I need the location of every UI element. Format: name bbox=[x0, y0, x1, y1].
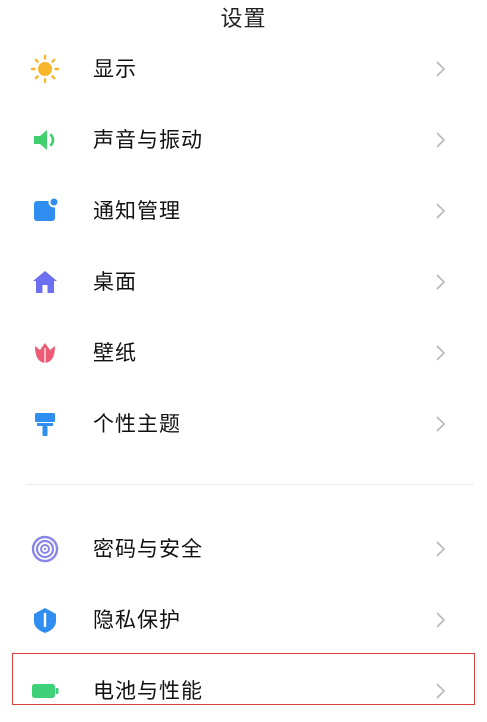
shield-icon bbox=[30, 605, 60, 635]
settings-page: 设置 显示 声音与振动 通知管理 桌面 壁纸 个性主题 密码与安全 隐私保护 电… bbox=[0, 0, 487, 722]
chevron-right-icon bbox=[434, 414, 448, 434]
fingerprint-icon bbox=[30, 534, 60, 564]
settings-item-notifications[interactable]: 通知管理 bbox=[0, 175, 487, 246]
page-title: 设置 bbox=[220, 7, 267, 32]
settings-item-label: 桌面 bbox=[93, 270, 137, 294]
settings-item-privacy[interactable]: 隐私保护 bbox=[0, 584, 487, 655]
settings-item-display[interactable]: 显示 bbox=[0, 33, 487, 104]
chevron-right-icon bbox=[434, 610, 448, 630]
settings-item-label: 隐私保护 bbox=[93, 608, 181, 632]
chevron-right-icon bbox=[434, 130, 448, 150]
settings-item-label: 密码与安全 bbox=[93, 537, 203, 561]
sun-icon bbox=[30, 54, 60, 84]
settings-item-battery-performance[interactable]: 电池与性能 bbox=[0, 655, 487, 722]
paint-roller-icon bbox=[30, 409, 60, 439]
notification-icon bbox=[30, 196, 60, 226]
settings-item-home-screen[interactable]: 桌面 bbox=[0, 246, 487, 317]
speaker-icon bbox=[30, 125, 60, 155]
settings-item-wallpaper[interactable]: 壁纸 bbox=[0, 317, 487, 388]
settings-item-label: 电池与性能 bbox=[93, 679, 203, 703]
section-divider bbox=[26, 484, 474, 485]
settings-item-label: 声音与振动 bbox=[93, 128, 203, 152]
chevron-right-icon bbox=[434, 59, 448, 79]
chevron-right-icon bbox=[434, 539, 448, 559]
battery-icon bbox=[30, 676, 60, 706]
settings-item-password-security[interactable]: 密码与安全 bbox=[0, 513, 487, 584]
settings-item-sound[interactable]: 声音与振动 bbox=[0, 104, 487, 175]
chevron-right-icon bbox=[434, 272, 448, 292]
settings-item-label: 显示 bbox=[93, 57, 137, 81]
chevron-right-icon bbox=[434, 201, 448, 221]
tulip-icon bbox=[30, 338, 60, 368]
settings-item-label: 通知管理 bbox=[93, 199, 181, 223]
chevron-right-icon bbox=[434, 681, 448, 701]
settings-item-label: 壁纸 bbox=[93, 341, 137, 365]
chevron-right-icon bbox=[434, 343, 448, 363]
settings-item-label: 个性主题 bbox=[93, 412, 181, 436]
settings-item-themes[interactable]: 个性主题 bbox=[0, 388, 487, 459]
home-icon bbox=[30, 267, 60, 297]
